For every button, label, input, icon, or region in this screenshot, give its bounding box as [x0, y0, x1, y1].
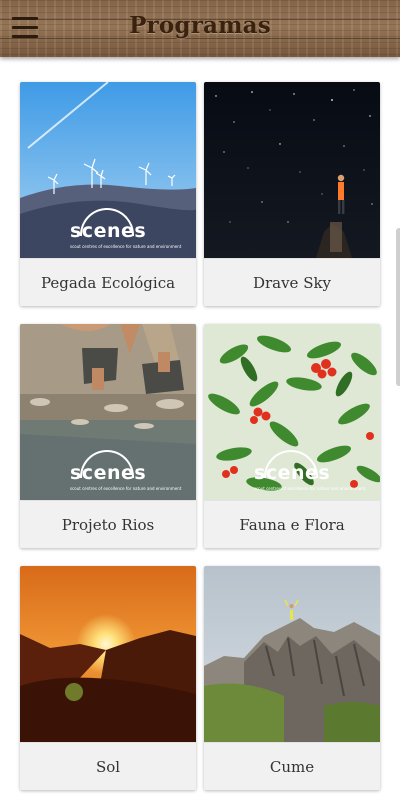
app-header: Programas	[0, 0, 400, 57]
program-image-river-hiker: scenes scout centres of excellence for n…	[20, 324, 196, 500]
program-card-fauna-e-flora[interactable]: scenes scout centres of excellence for n…	[204, 324, 380, 548]
scenes-logo: scenes scout centres of excellence for n…	[70, 208, 181, 256]
program-card-label: Pegada Ecológica	[20, 258, 196, 306]
edge-panel-handle[interactable]	[396, 228, 400, 386]
program-card-projeto-rios[interactable]: scenes scout centres of excellence for n…	[20, 324, 196, 548]
program-card-label: Projeto Rios	[20, 500, 196, 548]
program-image-night-sky	[204, 82, 380, 258]
program-image-wind-turbines: scenes scout centres of excellence for n…	[20, 82, 196, 258]
program-card-cume[interactable]: Cume	[204, 566, 380, 790]
scenes-logo: scenes scout centres of excellence for n…	[70, 450, 181, 498]
program-image-berries: scenes scout centres of excellence for n…	[204, 324, 380, 500]
program-card-sol[interactable]: Sol	[20, 566, 196, 790]
scenes-logo: scenes scout centres of excellence for n…	[254, 450, 365, 498]
program-card-label: Cume	[204, 742, 380, 790]
page-title: Programas	[129, 12, 271, 39]
program-image-sunset	[20, 566, 196, 742]
program-card-label: Fauna e Flora	[204, 500, 380, 548]
program-card-label: Sol	[20, 742, 196, 790]
program-image-summit	[204, 566, 380, 742]
program-card-pegada-ecologica[interactable]: scenes scout centres of excellence for n…	[20, 82, 196, 306]
program-card-label: Drave Sky	[204, 258, 380, 306]
program-card-drave-sky[interactable]: Drave Sky	[204, 82, 380, 306]
